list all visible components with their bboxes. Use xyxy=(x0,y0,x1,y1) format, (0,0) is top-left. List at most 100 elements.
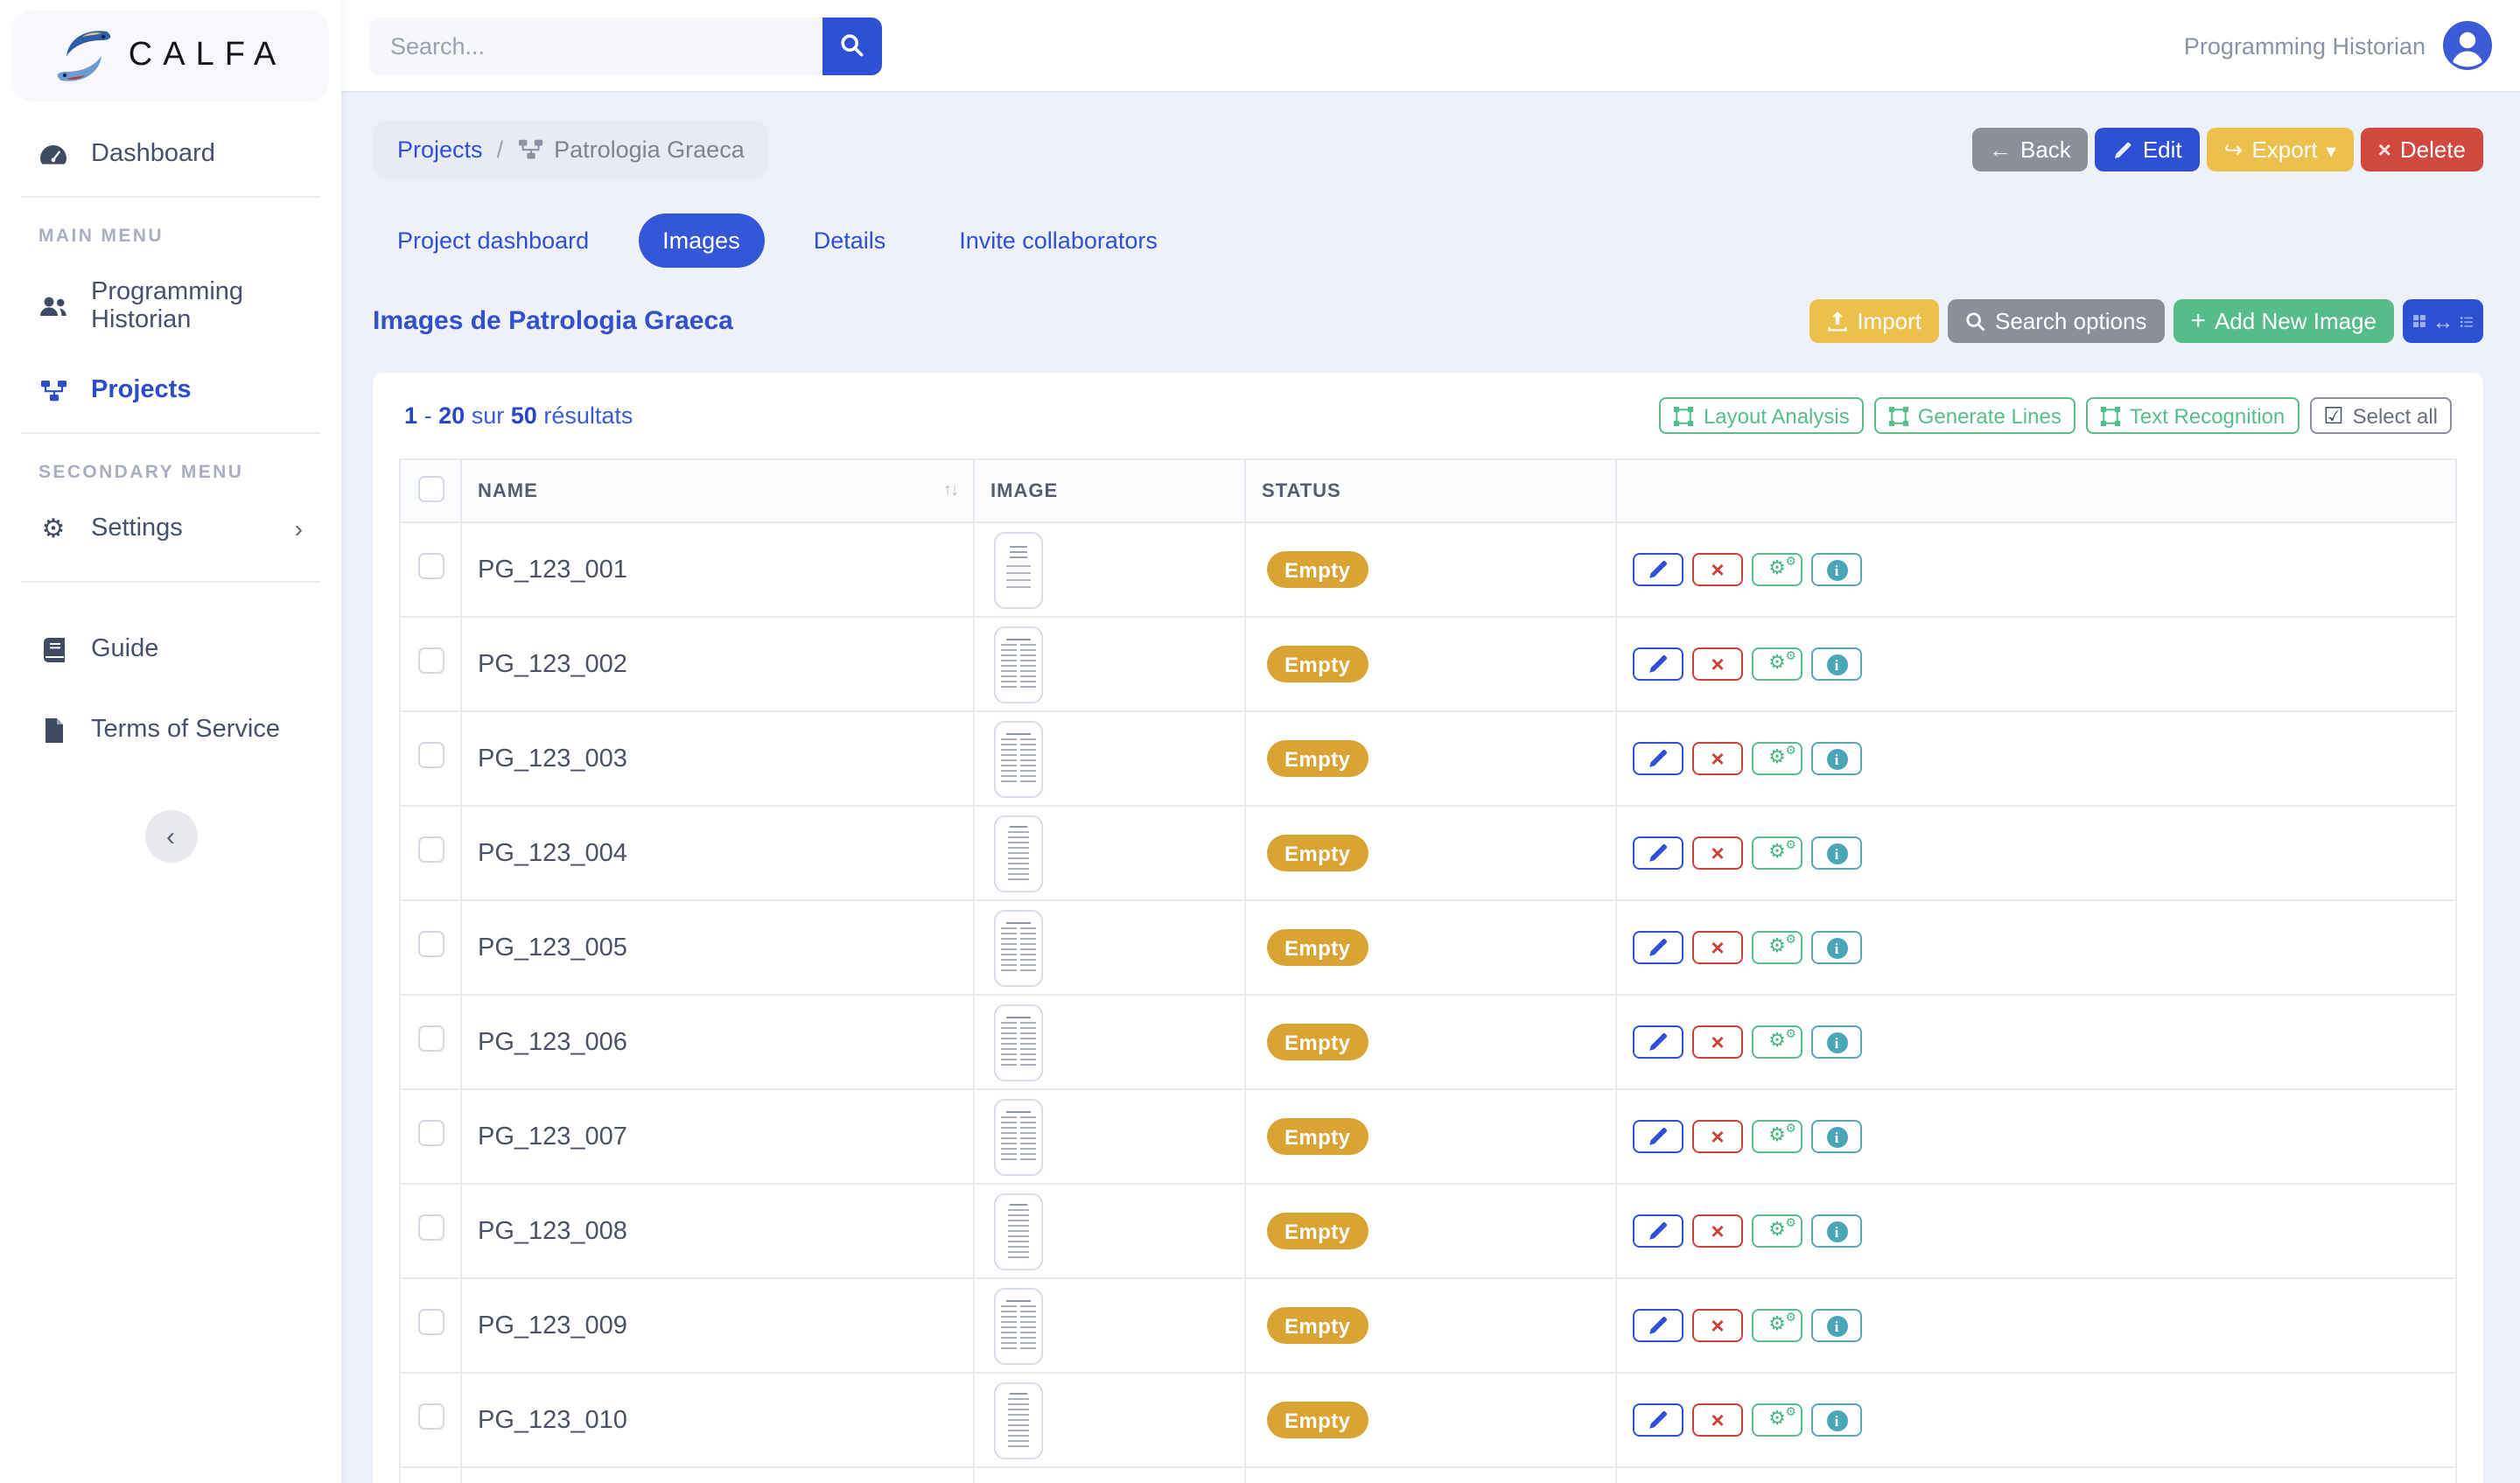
app-logo[interactable]: CALFA xyxy=(12,10,329,101)
grid-view-icon xyxy=(2413,315,2426,327)
row-checkbox[interactable] xyxy=(417,647,444,673)
row-delete-button[interactable] xyxy=(1692,553,1743,586)
generate-lines-button[interactable]: Generate Lines xyxy=(1873,397,2076,434)
image-thumbnail[interactable] xyxy=(994,531,1043,608)
row-edit-button[interactable] xyxy=(1633,742,1684,775)
row-process-button[interactable] xyxy=(1752,1120,1802,1153)
view-toggle-button[interactable] xyxy=(2403,299,2483,343)
tab-invite-collaborators[interactable]: Invite collaborators xyxy=(934,213,1182,268)
status-badge: Empty xyxy=(1267,1024,1368,1060)
image-thumbnail[interactable] xyxy=(994,626,1043,703)
row-checkbox[interactable] xyxy=(417,1119,444,1145)
row-delete-button[interactable] xyxy=(1692,931,1743,964)
row-process-button[interactable] xyxy=(1752,647,1802,681)
row-edit-button[interactable] xyxy=(1633,647,1684,681)
image-name: PG_123_002 xyxy=(478,650,627,678)
row-info-button[interactable] xyxy=(1811,553,1862,586)
sort-icon[interactable] xyxy=(943,481,957,500)
row-delete-button[interactable] xyxy=(1692,1403,1743,1437)
row-edit-button[interactable] xyxy=(1633,931,1684,964)
row-process-button[interactable] xyxy=(1752,1214,1802,1248)
row-info-button[interactable] xyxy=(1811,1403,1862,1437)
tab-details[interactable]: Details xyxy=(789,213,911,268)
row-checkbox[interactable] xyxy=(417,930,444,956)
row-checkbox[interactable] xyxy=(417,1403,444,1429)
row-info-button[interactable] xyxy=(1811,1309,1862,1342)
row-info-button[interactable] xyxy=(1811,1025,1862,1059)
row-checkbox[interactable] xyxy=(417,836,444,862)
image-thumbnail[interactable] xyxy=(994,1382,1043,1459)
back-button[interactable]: Back xyxy=(1971,128,2089,171)
row-delete-button[interactable] xyxy=(1692,1025,1743,1059)
sidebar-item-guide[interactable]: Guide xyxy=(0,614,341,684)
image-name: PG_123_008 xyxy=(478,1217,627,1245)
search-button[interactable] xyxy=(822,17,882,74)
row-process-button[interactable] xyxy=(1752,1025,1802,1059)
row-edit-button[interactable] xyxy=(1633,836,1684,870)
row-process-button[interactable] xyxy=(1752,742,1802,775)
row-delete-button[interactable] xyxy=(1692,1214,1743,1248)
row-info-button[interactable] xyxy=(1811,1120,1862,1153)
image-thumbnail[interactable] xyxy=(994,1193,1043,1270)
row-checkbox[interactable] xyxy=(417,741,444,767)
row-delete-button[interactable] xyxy=(1692,1309,1743,1342)
user-avatar-icon[interactable] xyxy=(2443,21,2492,70)
row-edit-button[interactable] xyxy=(1633,1403,1684,1437)
sidebar-item-settings[interactable]: ⚙ Settings xyxy=(0,493,341,563)
topbar-user[interactable]: Programming Historian xyxy=(2184,21,2492,70)
tab-project-dashboard[interactable]: Project dashboard xyxy=(373,213,613,268)
export-button[interactable]: Export xyxy=(2206,128,2354,171)
row-info-button[interactable] xyxy=(1811,1214,1862,1248)
row-checkbox[interactable] xyxy=(417,552,444,578)
row-edit-button[interactable] xyxy=(1633,1120,1684,1153)
image-thumbnail[interactable] xyxy=(994,1098,1043,1175)
image-thumbnail[interactable] xyxy=(994,1287,1043,1364)
search-input[interactable] xyxy=(369,17,822,74)
row-checkbox[interactable] xyxy=(417,1025,444,1051)
row-delete-button[interactable] xyxy=(1692,1120,1743,1153)
row-edit-button[interactable] xyxy=(1633,1309,1684,1342)
row-delete-button[interactable] xyxy=(1692,742,1743,775)
row-edit-button[interactable] xyxy=(1633,553,1684,586)
gear-icon: ⚙ xyxy=(41,514,66,543)
row-process-button[interactable] xyxy=(1752,836,1802,870)
select-all-button[interactable]: Select all xyxy=(2309,397,2452,434)
edit-button[interactable]: Edit xyxy=(2095,128,2200,171)
sidebar-collapse-button[interactable] xyxy=(144,810,197,863)
sidebar-item-projects[interactable]: Projects xyxy=(0,355,341,425)
book-icon xyxy=(38,636,68,662)
row-actions xyxy=(1633,553,2440,586)
row-process-button[interactable] xyxy=(1752,931,1802,964)
breadcrumb-projects-link[interactable]: Projects xyxy=(397,136,483,163)
row-info-button[interactable] xyxy=(1811,742,1862,775)
search-options-button[interactable]: Search options xyxy=(1948,299,2165,343)
row-delete-button[interactable] xyxy=(1692,647,1743,681)
select-all-checkbox[interactable] xyxy=(417,475,444,501)
sidebar-item-terms-of-service[interactable]: Terms of Service xyxy=(0,695,341,765)
text-recognition-button[interactable]: Text Recognition xyxy=(2085,397,2300,434)
import-button[interactable]: Import xyxy=(1810,299,1939,343)
image-thumbnail[interactable] xyxy=(994,1004,1043,1081)
sidebar-item-dashboard[interactable]: Dashboard xyxy=(0,119,341,189)
row-info-button[interactable] xyxy=(1811,931,1862,964)
row-process-button[interactable] xyxy=(1752,1309,1802,1342)
row-edit-button[interactable] xyxy=(1633,1214,1684,1248)
row-checkbox[interactable] xyxy=(417,1308,444,1334)
delete-button[interactable]: Delete xyxy=(2360,128,2483,171)
row-info-button[interactable] xyxy=(1811,836,1862,870)
layout-analysis-button[interactable]: Layout Analysis xyxy=(1659,397,1864,434)
row-checkbox[interactable] xyxy=(417,1214,444,1240)
image-name: PG_123_005 xyxy=(478,934,627,962)
row-process-button[interactable] xyxy=(1752,1403,1802,1437)
add-new-image-button[interactable]: Add New Image xyxy=(2173,299,2394,343)
row-info-button[interactable] xyxy=(1811,647,1862,681)
row-edit-button[interactable] xyxy=(1633,1025,1684,1059)
image-thumbnail[interactable] xyxy=(994,909,1043,986)
row-delete-button[interactable] xyxy=(1692,836,1743,870)
image-thumbnail[interactable] xyxy=(994,720,1043,797)
sidebar-item-programming-historian[interactable]: Programming Historian xyxy=(0,257,341,355)
row-process-button[interactable] xyxy=(1752,553,1802,586)
image-thumbnail[interactable] xyxy=(994,815,1043,892)
tab-images[interactable]: Images xyxy=(638,213,765,268)
info-icon xyxy=(1826,843,1847,864)
